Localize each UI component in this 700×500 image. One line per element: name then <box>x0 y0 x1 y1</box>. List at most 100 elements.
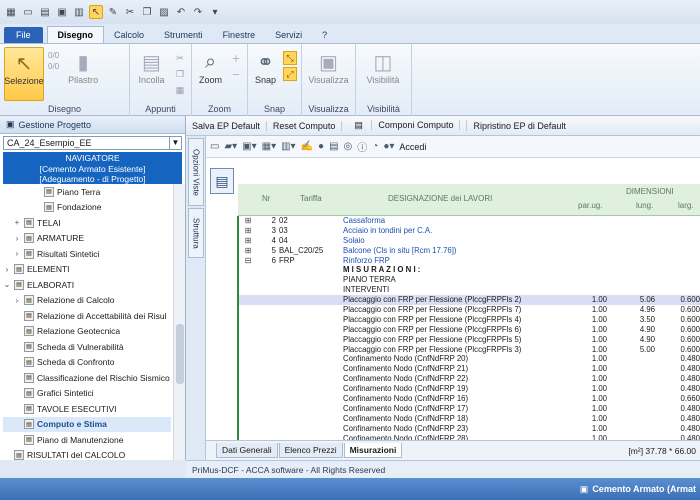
table-row[interactable]: ⊞ 4 04 Solaio <box>239 236 700 246</box>
row-expander[interactable] <box>239 384 257 394</box>
tree-item[interactable]: ▤ Scheda di Vulnerabilità <box>3 339 171 355</box>
tree-item[interactable]: ▤ Piano di Manutenzione <box>3 432 171 448</box>
row-expander[interactable] <box>239 295 257 305</box>
table-row[interactable]: Placcaggio con FRP per Flessione (PlccgF… <box>239 325 700 335</box>
table-row[interactable]: PIANO TERRA <box>239 275 700 285</box>
expander-icon[interactable]: › <box>13 249 21 258</box>
open-icon[interactable]: ▤ <box>38 5 52 19</box>
tab-struttura[interactable]: Struttura <box>188 208 204 258</box>
snap-grid-icon[interactable]: ⤡ <box>283 51 297 65</box>
row-expander[interactable] <box>239 325 257 335</box>
reset-computo-button[interactable]: Reset Computo <box>267 120 343 131</box>
row-expander[interactable] <box>239 404 257 414</box>
tab-disegno[interactable]: Disegno <box>46 26 105 43</box>
save-icon[interactable]: ▣ <box>55 5 69 19</box>
table-row[interactable]: Placcaggio con FRP per Flessione (PlccgF… <box>239 345 700 355</box>
tree-scrollbar[interactable] <box>173 184 185 460</box>
tab-opzioni-viste[interactable]: Opzioni Viste <box>188 138 204 206</box>
row-expander[interactable] <box>239 345 257 355</box>
info-icon[interactable]: ⓘ <box>357 139 367 154</box>
table-row[interactable]: ⊞ 5 BAL_C20/25 Balcone (Cls in situ [Rcm 17… <box>239 246 700 256</box>
tree-item[interactable]: ▤ RISULTATI del CALCOLO <box>3 448 171 460</box>
new-icon[interactable]: ▭ <box>21 5 35 19</box>
file-tab[interactable]: File <box>4 27 43 43</box>
tab-calcolo[interactable]: Calcolo <box>104 27 154 43</box>
new-doc-icon[interactable]: ▭ <box>210 141 219 152</box>
redo-icon[interactable]: ↷ <box>191 5 205 19</box>
tab-misurazioni[interactable]: Misurazioni <box>343 443 403 458</box>
ripristino-ep-button[interactable]: Ripristino EP di Default <box>467 121 571 131</box>
table-row[interactable]: Confinamento Nodo (CnfNdFRP 22) 1.00 0.480 <box>239 374 700 384</box>
print-icon[interactable]: ▥ <box>72 5 86 19</box>
tree-item[interactable]: › ▤ Risultati Sintetici <box>3 246 171 262</box>
row-expander[interactable] <box>239 354 257 364</box>
row-expander[interactable] <box>239 335 257 345</box>
tree-item[interactable]: › ▤ Relazione di Calcolo <box>3 293 171 309</box>
table-row[interactable]: Placcaggio con FRP per Flessione (PlccgF… <box>239 295 700 306</box>
expander-icon[interactable]: + <box>13 218 21 227</box>
cut-icon[interactable]: ✂ <box>173 51 187 65</box>
format-icon[interactable]: ▦ <box>173 83 187 97</box>
row-expander[interactable] <box>239 315 257 325</box>
tree-item[interactable]: ▤ Grafici Sintetici <box>3 386 171 402</box>
tree-item[interactable]: ▤ Relazione di Accettabilità dei Risul <box>3 308 171 324</box>
paste-icon[interactable]: ▨ <box>157 5 171 19</box>
tab-strumenti[interactable]: Strumenti <box>154 27 213 43</box>
copy-icon[interactable]: ❐ <box>173 67 187 81</box>
visibilita-button[interactable]: ◫ Visibilità <box>360 47 406 101</box>
row-expander[interactable] <box>239 364 257 374</box>
row-expander[interactable] <box>239 414 257 424</box>
componi-computo-button[interactable]: ▤ Componi Computo <box>342 120 468 131</box>
table-row[interactable]: INTERVENTI <box>239 285 700 295</box>
table-row[interactable]: Confinamento Nodo (CnfNdFRP 19) 1.00 0.480 <box>239 384 700 394</box>
table-row[interactable]: Placcaggio con FRP per Flessione (PlccgF… <box>239 315 700 325</box>
tree-item[interactable]: ▤ Computo e Stima <box>3 416 171 432</box>
book-icon[interactable]: ▤ <box>210 168 234 194</box>
sign-icon[interactable]: ✍ <box>301 141 313 152</box>
snap-point-icon[interactable]: ⤢ <box>283 67 297 81</box>
user-icon[interactable]: ● <box>318 141 324 152</box>
expander-icon[interactable]: › <box>3 265 11 274</box>
table-row[interactable]: ⊟ 6 FRP Rinforzo FRP <box>239 256 700 266</box>
pointer-icon[interactable]: ↖ <box>89 5 103 19</box>
tree-item[interactable]: › ▤ ELEMENTI <box>3 262 171 278</box>
refresh-icon[interactable]: ◎ <box>344 141 353 152</box>
row-expander[interactable]: ⊞ <box>239 216 257 226</box>
table-row[interactable]: Confinamento Nodo (CnfNdFRP 17) 1.00 0.480 <box>239 404 700 414</box>
chevron-down-icon[interactable]: ▼ <box>169 137 181 149</box>
tab-servizi[interactable]: Servizi <box>265 27 312 43</box>
row-expander[interactable] <box>239 374 257 384</box>
expander-icon[interactable]: › <box>13 234 21 243</box>
tree-item[interactable]: › ▤ ARMATURE <box>3 231 171 247</box>
row-expander[interactable] <box>239 275 257 285</box>
tab-help[interactable]: ? <box>312 27 337 43</box>
table-row[interactable]: Confinamento Nodo (CnfNdFRP 23) 1.00 0.480 <box>239 424 700 434</box>
copy-icon[interactable]: ❐ <box>140 5 154 19</box>
undo-icon[interactable]: ↶ <box>174 5 188 19</box>
row-expander[interactable]: ⊞ <box>239 226 257 236</box>
customize-icon[interactable]: ▾ <box>208 5 222 19</box>
row-expander[interactable]: ⊞ <box>239 236 257 246</box>
tree-item[interactable]: ▤ Scheda di Confronto <box>3 355 171 371</box>
table-row[interactable]: ⊞ 3 03 Acciaio in tondini per C.A. <box>239 226 700 236</box>
table-row[interactable]: ⊞ 2 02 Cassaforma <box>239 216 700 226</box>
cut-icon[interactable]: ✂ <box>123 5 137 19</box>
table-row[interactable]: Confinamento Nodo (CnfNdFRP 18) 1.00 0.480 <box>239 414 700 424</box>
scroll-thumb[interactable] <box>176 324 184 384</box>
account-icon[interactable]: ●▾ <box>383 141 394 152</box>
incolla-button[interactable]: ▤ Incolla <box>134 47 169 101</box>
zoom-in-icon[interactable]: ＋ <box>229 51 243 65</box>
print-icon[interactable]: ▥▾ <box>281 141 295 152</box>
table-row[interactable]: Confinamento Nodo (CnfNdFRP 16) 1.00 0.660 <box>239 394 700 404</box>
table-row[interactable]: M I S U R A Z I O N I : <box>239 265 700 275</box>
tree-item[interactable]: + ▤ TELAI <box>3 215 171 231</box>
project-combo[interactable]: CA_24_Esempio_EE ▼ <box>3 136 182 150</box>
accedi-link[interactable]: Accedi <box>399 142 426 152</box>
table-row[interactable]: Confinamento Nodo (CnfNdFRP 21) 1.00 0.480 <box>239 364 700 374</box>
row-expander[interactable]: ⊞ <box>239 246 257 256</box>
tree-item[interactable]: ▤ Fondazione <box>3 200 171 216</box>
tree-item[interactable]: ▤ Relazione Geotecnica <box>3 324 171 340</box>
zoom-button[interactable]: ⌕ Zoom <box>196 47 225 101</box>
row-expander[interactable] <box>239 424 257 434</box>
row-expander[interactable] <box>239 285 257 295</box>
